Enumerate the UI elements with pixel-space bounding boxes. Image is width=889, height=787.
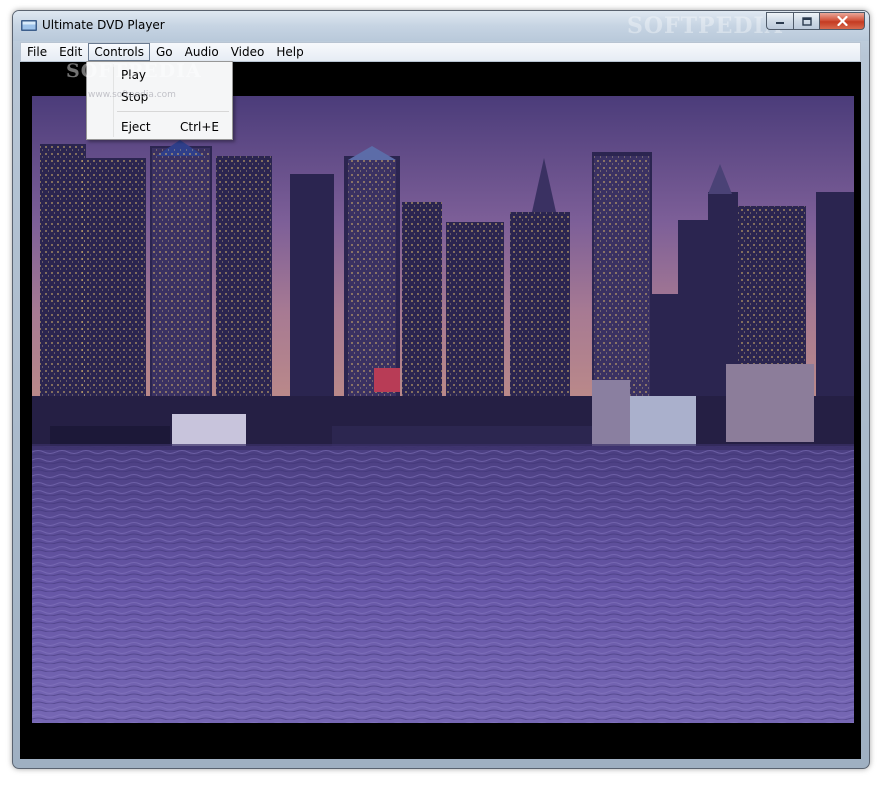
menu-edit[interactable]: Edit [53, 43, 88, 61]
menu-item-play-label: Play [121, 68, 147, 82]
close-button[interactable] [819, 12, 865, 30]
minimize-icon [776, 22, 784, 24]
menu-video[interactable]: Video [225, 43, 271, 61]
minimize-button[interactable] [766, 12, 793, 30]
menu-file[interactable]: File [21, 43, 53, 61]
menu-item-stop-label: Stop [121, 90, 149, 104]
menu-separator [117, 111, 229, 112]
video-area[interactable] [20, 62, 861, 759]
watermark: SOFTPEDIA [627, 13, 783, 39]
close-icon [836, 16, 848, 26]
caption-buttons [766, 12, 865, 30]
menu-item-eject[interactable]: Eject Ctrl+E [89, 117, 230, 137]
menu-help[interactable]: Help [270, 43, 309, 61]
video-frame[interactable] [32, 96, 854, 723]
maximize-icon [801, 16, 812, 26]
menu-item-stop[interactable]: Stop [89, 87, 230, 107]
video-image [32, 96, 854, 723]
menu-audio[interactable]: Audio [179, 43, 225, 61]
menu-item-play[interactable]: Play [89, 65, 230, 85]
menu-item-eject-label: Eject [121, 120, 151, 134]
menu-go[interactable]: Go [150, 43, 179, 61]
window-title: Ultimate DVD Player [42, 18, 165, 32]
maximize-button[interactable] [793, 12, 819, 30]
menu-item-eject-shortcut: Ctrl+E [180, 120, 219, 134]
menu-controls[interactable]: Controls [88, 43, 150, 61]
title-bar[interactable]: Ultimate DVD Player SOFTPEDIA [13, 11, 869, 41]
controls-dropdown-menu: Play Stop Eject Ctrl+E [86, 61, 233, 140]
menu-bar: File Edit Controls Go Audio Video Help [20, 42, 861, 62]
dvd-player-icon [21, 20, 37, 31]
